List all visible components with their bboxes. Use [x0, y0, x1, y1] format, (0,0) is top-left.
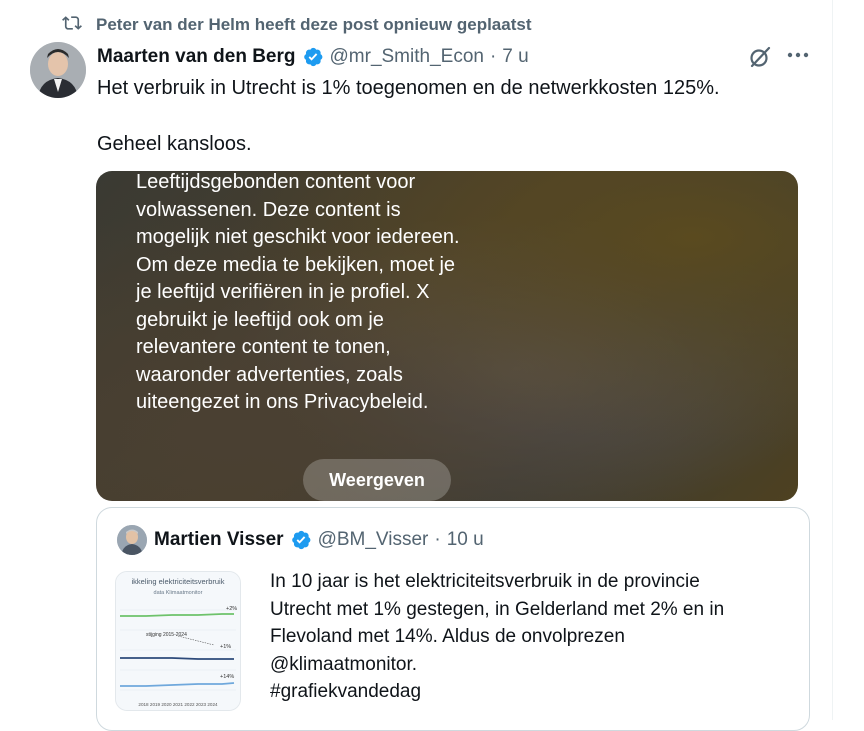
thumb-label: +1% [220, 644, 231, 650]
quote-text: In 10 jaar is het elektriciteitsverbruik… [270, 568, 790, 706]
thumb-subtitle: data Klimaatmonitor [154, 590, 203, 596]
quoted-post[interactable]: Martien Visser @BM_Visser · 10 u ikkelin… [96, 507, 810, 731]
post-header: Maarten van den Berg @mr_Smith_Econ · 7 … [97, 44, 529, 70]
quote-author-handle[interactable]: @BM_Visser [318, 529, 429, 551]
post-text-line: Geheel kansloos. [97, 133, 252, 155]
separator-dot: · [434, 529, 441, 550]
quote-text-line: Utrecht met 1% gestegen, in Gelderland m… [270, 598, 725, 620]
author-name[interactable]: Maarten van den Berg [97, 46, 296, 68]
quote-time[interactable]: 10 u [447, 529, 484, 551]
verified-badge-icon[interactable] [302, 46, 324, 68]
repost-indicator[interactable]: Peter van der Helm heeft deze post opnie… [62, 14, 532, 36]
repost-text: Peter van der Helm heeft deze post opnie… [96, 15, 532, 34]
sensitive-media[interactable]: Leeftijdsgebonden content voor volwassen… [96, 171, 798, 501]
timeline-column: Peter van der Helm heeft deze post opnie… [0, 0, 833, 731]
quote-author-name[interactable]: Martien Visser [154, 529, 284, 551]
quote-avatar[interactable] [117, 525, 147, 555]
author-handle[interactable]: @mr_Smith_Econ [330, 46, 484, 68]
avatar[interactable] [30, 42, 86, 98]
thumb-label: +14% [220, 674, 234, 680]
quote-text-line: Flevoland met 14%. Aldus de onvolprezen [270, 626, 625, 647]
quote-header: Martien Visser @BM_Visser · 10 u [154, 527, 484, 553]
repost-icon [62, 13, 82, 38]
thumb-years: 2018 2019 2020 2021 2022 2023 2024 [138, 702, 218, 707]
hashtag-link[interactable]: #grafiekvandedag [270, 678, 790, 706]
post-text-line: Het verbruik in Utrecht is 1% toegenomen… [97, 77, 720, 99]
thumb-label: +2% [226, 606, 237, 612]
more-options-icon[interactable] [785, 42, 811, 68]
mention-link[interactable]: @klimaatmonitor. [270, 651, 790, 679]
show-media-button[interactable]: Weergeven [303, 459, 451, 501]
sensitive-content-warning: Leeftijdsgebonden content voor volwassen… [136, 171, 460, 413]
post-text: Het verbruik in Utrecht is 1% toegenomen… [97, 74, 817, 158]
thumb-annotation: stijging 2015-2024 [146, 632, 187, 638]
chart-thumbnail[interactable]: ikkeling elektriciteitsverbruik data Kli… [115, 571, 241, 711]
grok-icon[interactable] [747, 44, 773, 70]
post-time[interactable]: 7 u [502, 46, 528, 68]
verified-badge-icon[interactable] [290, 529, 312, 551]
quote-text-line: In 10 jaar is het elektriciteitsverbruik… [270, 571, 700, 592]
separator-dot: · [489, 46, 497, 67]
thumb-title: ikkeling elektriciteitsverbruik [132, 577, 225, 586]
